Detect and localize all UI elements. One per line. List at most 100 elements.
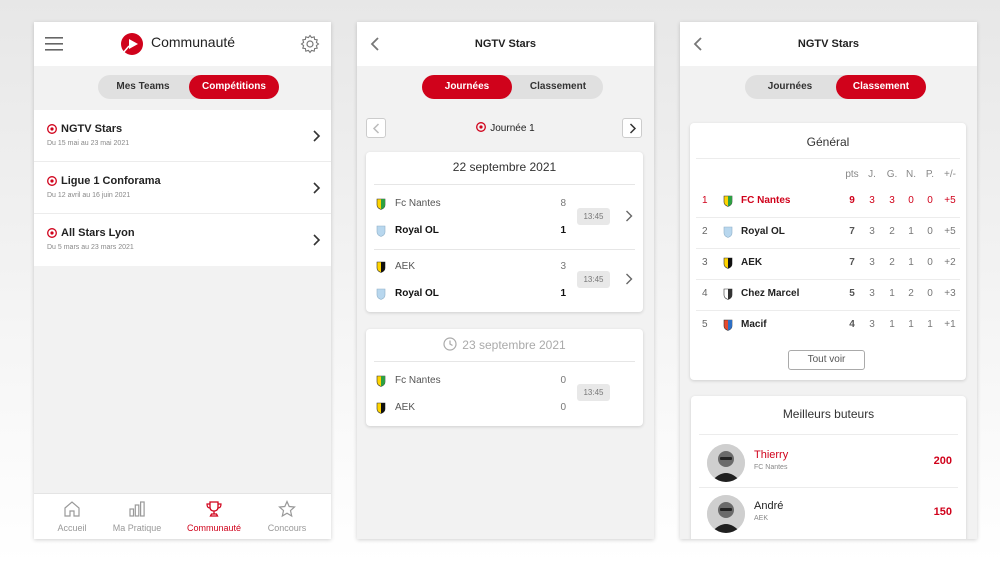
match-row[interactable]: Fc Nantes 0 AEK 0 13:45 [366, 363, 643, 425]
team-shield-icon [723, 319, 733, 331]
column-header: P. [925, 169, 935, 180]
match-row[interactable]: AEK 3 Royal OL 1 13:45 [366, 249, 643, 311]
screen-communaute: Communauté Mes Teams Compétitions NGTV S… [34, 22, 331, 539]
tab-mes-teams[interactable]: Mes Teams [98, 75, 188, 99]
goal-difference: +5 [944, 195, 956, 206]
page-title: NGTV Stars [797, 38, 860, 50]
tab-ma-pratique[interactable]: Ma Pratique [100, 494, 174, 539]
match-time: 13:45 [577, 208, 610, 225]
competition-name: NGTV Stars [61, 123, 123, 135]
tab-concours[interactable]: Concours [250, 494, 324, 539]
chevron-right-icon [313, 182, 321, 194]
competition-dates: Du 5 mars au 23 mars 2021 [47, 244, 134, 251]
standings-title: Général [806, 135, 850, 149]
team-name: Macif [741, 319, 767, 330]
team-shield-icon [723, 226, 733, 238]
tab-competitions[interactable]: Compétitions [189, 75, 279, 99]
rank: 1 [702, 195, 708, 206]
team-score: 0 [560, 375, 566, 386]
away-team-row: Royal OL 1 [376, 223, 566, 239]
gear-icon[interactable] [300, 34, 320, 54]
scorer-name: André [754, 500, 784, 512]
column-header: pts [845, 169, 859, 180]
scorer-goals: 150 [933, 506, 952, 518]
team-score: 1 [560, 288, 566, 299]
tab-label: Communauté [186, 523, 242, 533]
points: 7 [849, 257, 855, 268]
tab-label: Ma Pratique [112, 523, 162, 533]
top-scorers-title: Meilleurs buteurs [782, 407, 875, 421]
team-shield-icon [723, 288, 733, 300]
competition-name: All Stars Lyon [61, 227, 135, 239]
person-icon [707, 444, 745, 482]
scorer-row[interactable]: André AEK 150 [691, 493, 966, 539]
tab-classement[interactable]: Classement [513, 75, 603, 99]
lost: 0 [927, 257, 933, 268]
team-name: Fc Nantes [395, 375, 441, 386]
team-name: Royal OL [395, 225, 439, 236]
day-date: 22 septembre 2021 [452, 160, 557, 174]
played: 3 [869, 288, 875, 299]
team-name: Royal OL [741, 226, 785, 237]
chevron-right-icon [626, 273, 633, 285]
bar-chart-icon [129, 501, 145, 517]
standings-row[interactable]: 4 Chez Marcel 5 3 1 2 0 +3 [690, 279, 966, 310]
tab-communaute[interactable]: Communauté [177, 494, 251, 539]
team-score: 3 [560, 261, 566, 272]
standings-row[interactable]: 3 AEK 7 3 2 1 0 +2 [690, 248, 966, 279]
team-shield-icon [376, 375, 386, 387]
scorer-row[interactable]: Thierry FC Nantes 200 [691, 442, 966, 493]
team-shield-icon [376, 198, 386, 210]
segmented-control: Journées Classement [745, 75, 926, 99]
clock-icon [443, 337, 457, 351]
tab-classement[interactable]: Classement [836, 75, 926, 99]
next-round-button[interactable] [622, 118, 642, 138]
list-item[interactable]: NGTV Stars Du 15 mai au 23 mai 2021 [34, 110, 331, 162]
page-title: Communauté [151, 34, 236, 50]
team-name: AEK [395, 261, 416, 272]
avatar [707, 444, 745, 482]
list-item[interactable]: All Stars Lyon Du 5 mars au 23 mars 2021 [34, 214, 331, 266]
person-icon [707, 495, 745, 533]
see-all-button[interactable]: Tout voir [788, 350, 865, 370]
screen-journees: NGTV Stars Journées Classement Journée 1… [357, 22, 654, 539]
team-name: Fc Nantes [395, 198, 441, 209]
points: 9 [849, 195, 855, 206]
goal-difference: +5 [944, 226, 956, 237]
tab-journees[interactable]: Journées [745, 75, 835, 99]
ball-icon [47, 228, 57, 238]
scorer-name: Thierry [754, 449, 789, 461]
home-team-row: Fc Nantes 8 [376, 196, 566, 212]
standings-row[interactable]: 1 FC Nantes 9 3 3 0 0 +5 [690, 186, 966, 217]
standings-row[interactable]: 2 Royal OL 7 3 2 1 0 +5 [690, 217, 966, 248]
avatar [707, 495, 745, 533]
column-header: J. [868, 169, 876, 180]
scorer-team: AEK [754, 515, 769, 522]
won: 3 [889, 195, 895, 206]
standings-row[interactable]: 5 Macif 4 3 1 1 1 +1 [690, 310, 966, 341]
points: 5 [849, 288, 855, 299]
team-shield-icon [723, 195, 733, 207]
top-scorers-card: Meilleurs buteurs Thierry FC Nantes 200 [691, 396, 966, 539]
competition-dates: Du 12 avril au 16 juin 2021 [47, 192, 131, 199]
list-item[interactable]: Ligue 1 Conforama Du 12 avril au 16 juin… [34, 162, 331, 214]
divider [374, 361, 635, 362]
tab-accueil[interactable]: Accueil [35, 494, 109, 539]
divider [374, 184, 635, 185]
standings-card: Général pts J. G. N. P. +/- 1 FC Nantes … [690, 123, 966, 380]
competition-list: NGTV Stars Du 15 mai au 23 mai 2021 Ligu… [34, 110, 331, 266]
away-team-row: AEK 0 [376, 400, 566, 416]
match-row[interactable]: Fc Nantes 8 Royal OL 1 13:45 [366, 186, 643, 248]
menu-icon[interactable] [45, 37, 63, 51]
team-shield-icon [376, 261, 386, 273]
ball-icon [47, 176, 57, 186]
team-name: Royal OL [395, 288, 439, 299]
tab-label: Accueil [57, 523, 87, 533]
column-header: N. [906, 169, 916, 180]
played: 3 [869, 195, 875, 206]
tab-journees[interactable]: Journées [422, 75, 512, 99]
divider [696, 158, 960, 159]
chevron-right-icon [626, 210, 633, 222]
played: 3 [869, 257, 875, 268]
lost: 0 [927, 226, 933, 237]
